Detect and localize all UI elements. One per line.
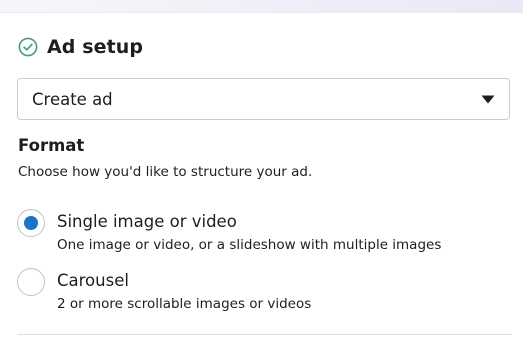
format-description: Choose how you'd like to structure your … (18, 164, 313, 180)
radio-button-selected[interactable] (17, 209, 45, 237)
ad-setup-section: Ad setup Create ad Format Choose how you… (0, 13, 523, 338)
section-title: Ad setup (47, 36, 144, 58)
top-band (0, 0, 523, 13)
section-header: Ad setup (18, 35, 143, 59)
format-option-carousel[interactable]: Carousel 2 or more scrollable images or … (16, 268, 496, 314)
option-label: Single image or video (57, 212, 237, 231)
check-circle-icon (18, 37, 38, 57)
ad-action-dropdown[interactable]: Create ad (17, 78, 510, 120)
format-heading: Format (18, 136, 85, 155)
divider (18, 334, 512, 335)
option-description: 2 or more scrollable images or videos (57, 296, 312, 312)
radio-button[interactable] (17, 268, 45, 296)
format-option-single-image[interactable]: Single image or video One image or video… (16, 209, 496, 255)
caret-down-icon (481, 95, 495, 104)
option-description: One image or video, or a slideshow with … (57, 237, 442, 253)
option-label: Carousel (57, 271, 129, 290)
dropdown-selected-value: Create ad (32, 89, 113, 109)
